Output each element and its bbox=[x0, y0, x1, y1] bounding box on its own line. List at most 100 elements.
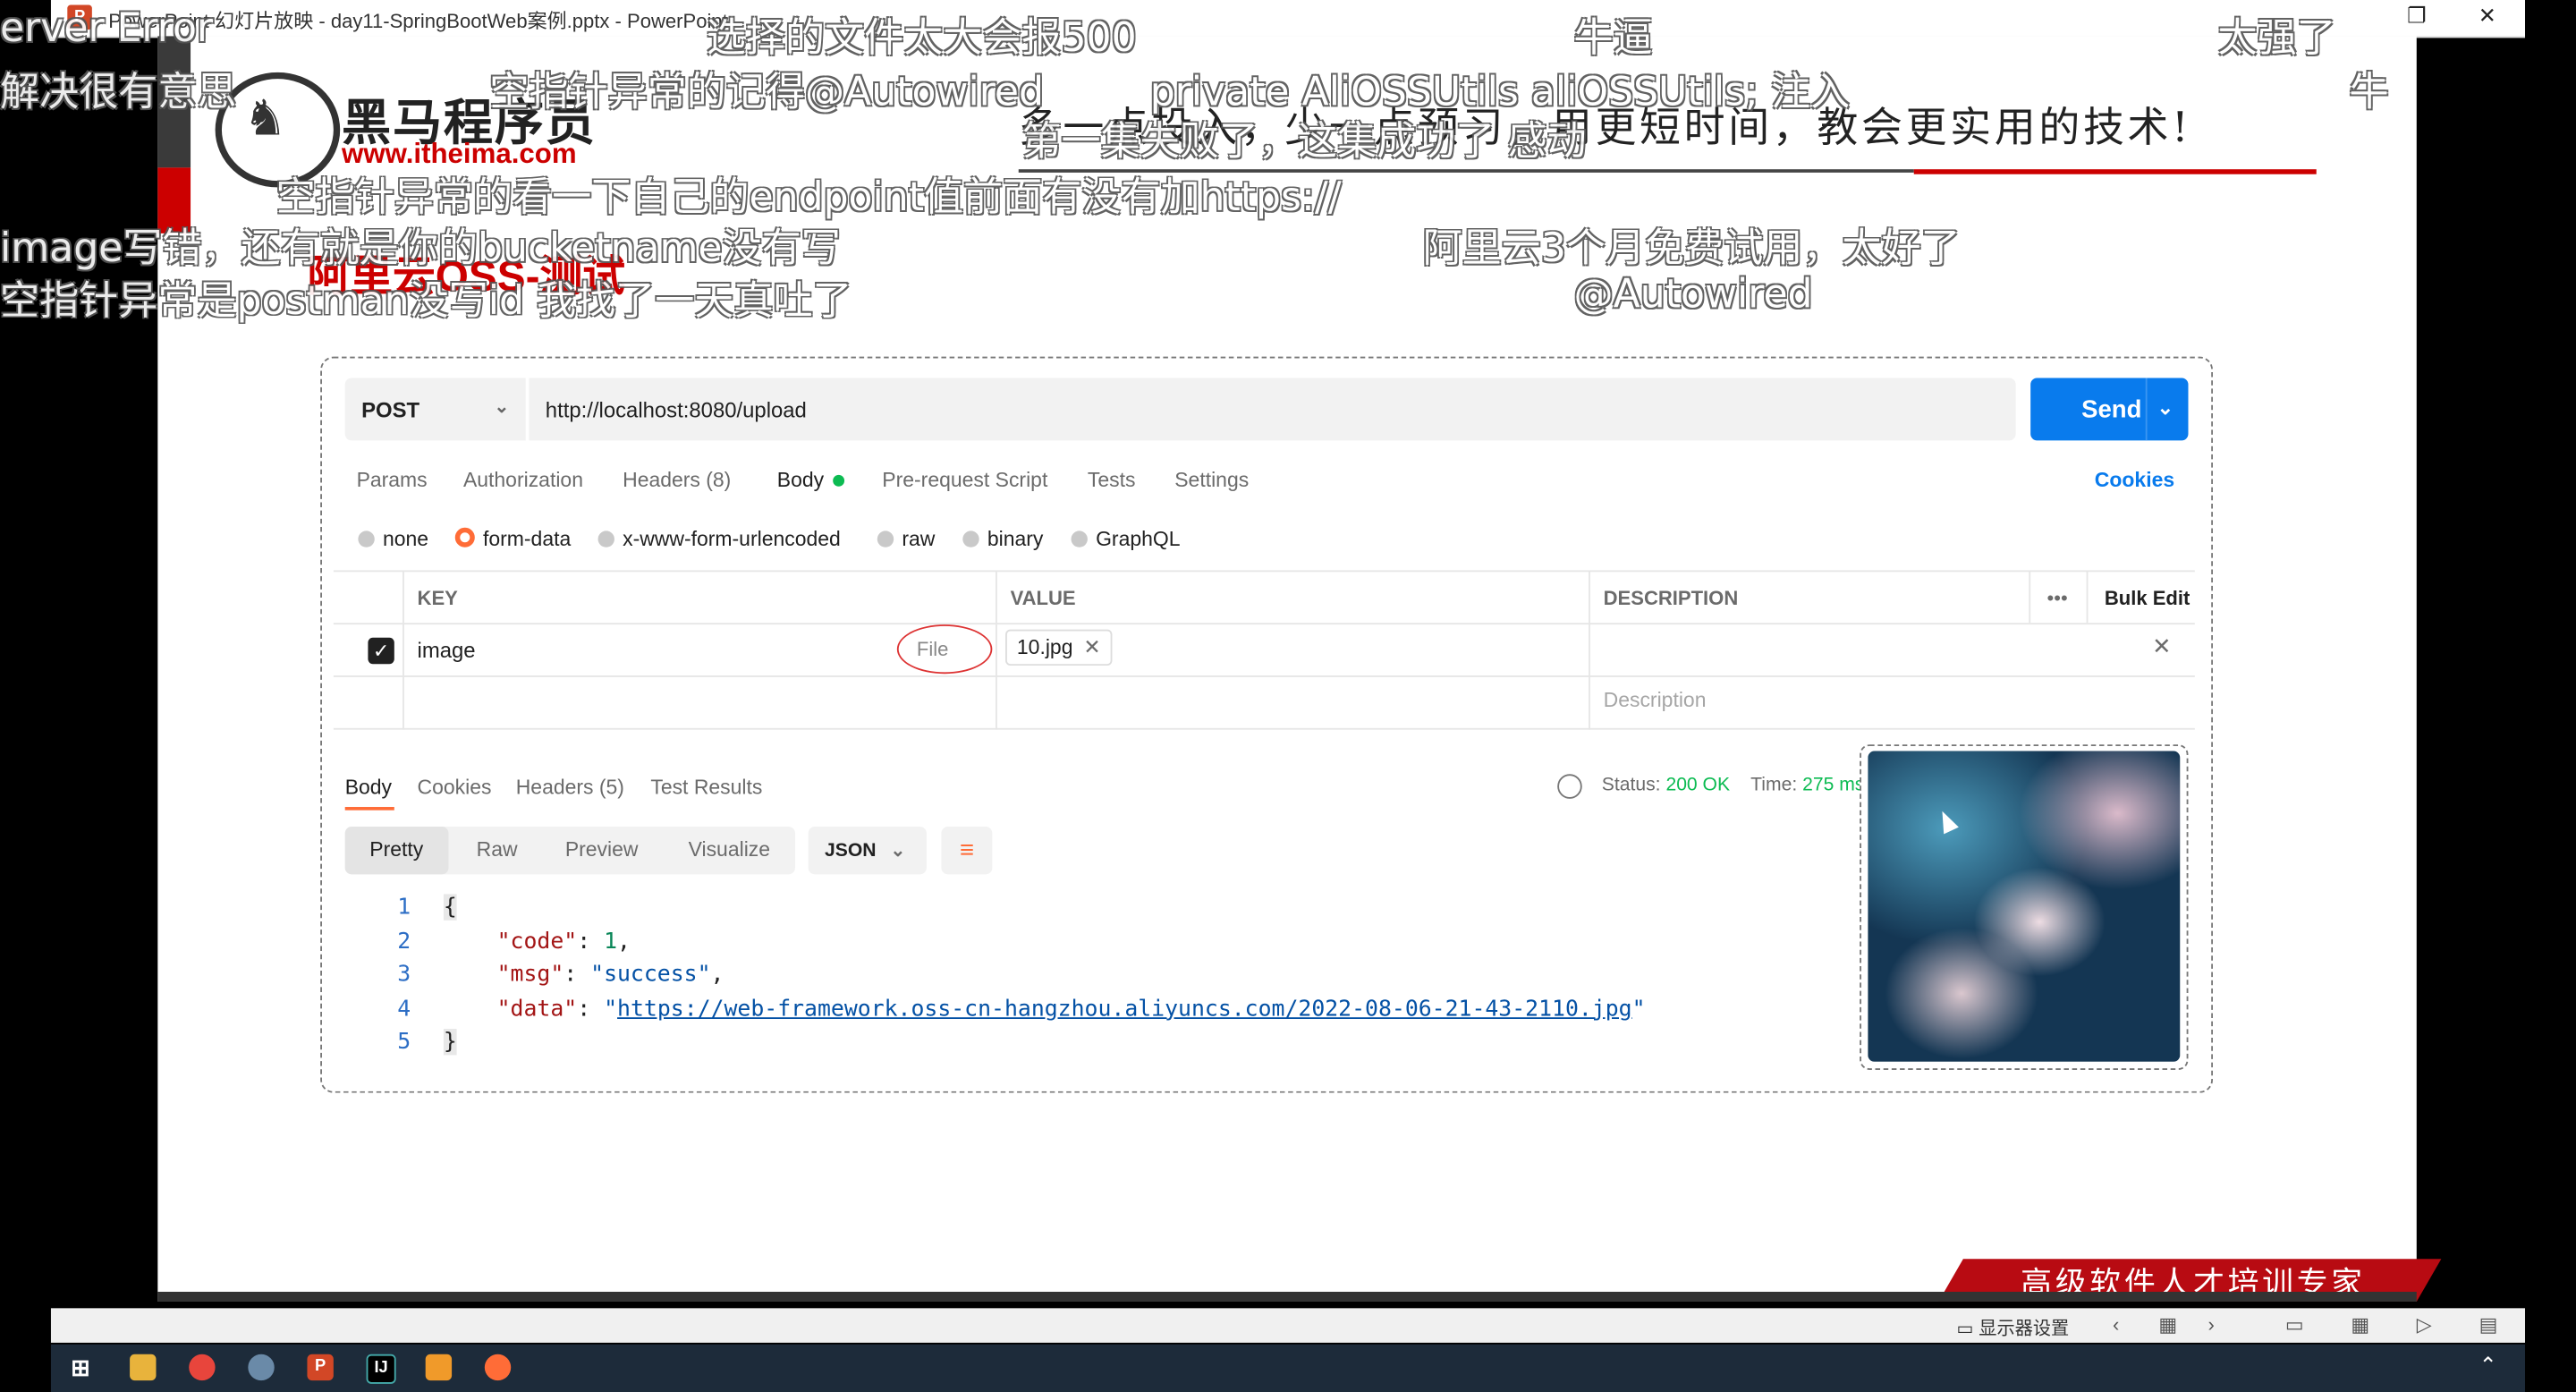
response-tab-body[interactable]: Body bbox=[345, 776, 392, 799]
json-brace: } bbox=[443, 1029, 457, 1057]
reading-view-icon[interactable]: ▷ bbox=[2417, 1313, 2432, 1337]
tab-authorization[interactable]: Authorization bbox=[463, 469, 583, 492]
url-input[interactable]: http://localhost:8080/upload bbox=[529, 378, 2016, 441]
delete-row-icon[interactable]: ✕ bbox=[2152, 632, 2172, 660]
more-options-icon[interactable]: ••• bbox=[2047, 587, 2068, 610]
bulk-edit-button[interactable]: Bulk Edit bbox=[2105, 587, 2190, 610]
app-icon[interactable] bbox=[248, 1354, 275, 1381]
row-checkbox[interactable]: ✓ bbox=[368, 637, 394, 665]
table-divider bbox=[333, 727, 2195, 730]
tab-tests[interactable]: Tests bbox=[1088, 469, 1136, 492]
column-header-key: KEY bbox=[417, 586, 458, 610]
params-table: KEY VALUE DESCRIPTION ••• Bulk Edit ✓ im… bbox=[333, 570, 2195, 730]
file-chip[interactable]: 10.jpg ✕ bbox=[1005, 629, 1113, 666]
param-key-input[interactable]: image bbox=[418, 638, 476, 663]
time-value: 275 ms bbox=[1802, 776, 1865, 796]
line-number: 4 bbox=[397, 995, 411, 1023]
wrap-lines-icon[interactable]: ≡ bbox=[941, 827, 993, 875]
tab-body-label: Body bbox=[776, 468, 825, 492]
chrome-icon[interactable] bbox=[189, 1354, 216, 1381]
file-name: 10.jpg bbox=[1016, 635, 1073, 659]
radio-icon bbox=[597, 530, 614, 547]
cookies-link[interactable]: Cookies bbox=[2095, 469, 2174, 492]
close-button[interactable]: ✕ bbox=[2462, 4, 2512, 33]
radio-none[interactable]: none bbox=[358, 527, 429, 551]
view-raw[interactable]: Raw bbox=[477, 838, 518, 862]
code-line: 2 "code": 1, bbox=[377, 925, 1645, 959]
radio-urlencoded[interactable]: x-www-form-urlencoded bbox=[597, 528, 841, 550]
slideshow-status-bar: ▭ 显示器设置 ‹ ▦ › ▭ ▦ ▷ ▤ bbox=[50, 1308, 2526, 1343]
table-divider bbox=[996, 570, 997, 730]
globe-icon[interactable] bbox=[1557, 774, 1582, 799]
response-tab-headers[interactable]: Headers (5) bbox=[516, 776, 624, 799]
danmaku-comment: erver Error bbox=[0, 4, 214, 51]
slideshow-icon[interactable]: ▤ bbox=[2479, 1313, 2498, 1337]
radio-label: GraphQL bbox=[1096, 527, 1181, 551]
format-select[interactable]: JSON ⌄ bbox=[808, 827, 927, 875]
table-divider bbox=[2029, 570, 2031, 624]
danmaku-comment: 牛逼 bbox=[1573, 14, 1653, 61]
radio-raw[interactable]: raw bbox=[877, 528, 935, 550]
radio-label: none bbox=[382, 527, 429, 551]
danmaku-comment: 阿里云3个月免费试用，太好了 bbox=[1422, 225, 1961, 272]
slide-sorter-icon[interactable]: ▦ bbox=[2351, 1313, 2369, 1337]
radio-graphql[interactable]: GraphQL bbox=[1071, 527, 1181, 551]
json-brace: { bbox=[443, 894, 457, 921]
table-divider bbox=[333, 570, 2195, 573]
normal-view-icon[interactable]: ▭ bbox=[2285, 1313, 2304, 1337]
view-visualize[interactable]: Visualize bbox=[689, 838, 770, 862]
radio-icon bbox=[877, 530, 894, 547]
table-divider bbox=[402, 570, 404, 730]
powerpoint-taskbar-icon[interactable]: P bbox=[307, 1354, 334, 1381]
monitor-icon: ▭ bbox=[1956, 1320, 1974, 1340]
json-key: "data" bbox=[496, 995, 578, 1023]
response-tab-test-results[interactable]: Test Results bbox=[650, 776, 762, 799]
file-explorer-icon[interactable] bbox=[130, 1354, 157, 1381]
image-url-link[interactable]: https://web-framework.oss-cn-hangzhou.al… bbox=[617, 996, 1632, 1022]
json-value: 1 bbox=[604, 928, 618, 955]
remove-file-icon[interactable]: ✕ bbox=[1083, 636, 1100, 659]
tab-settings[interactable]: Settings bbox=[1174, 469, 1249, 492]
previous-icon[interactable]: ‹ bbox=[2113, 1313, 2119, 1337]
intellij-icon[interactable]: IJ bbox=[366, 1354, 396, 1384]
postman-icon[interactable] bbox=[484, 1354, 512, 1381]
active-tab-indicator bbox=[344, 807, 394, 811]
uploaded-image-preview bbox=[1868, 751, 2181, 1062]
json-key: "code" bbox=[496, 928, 578, 955]
view-preview[interactable]: Preview bbox=[565, 838, 639, 862]
app-icon[interactable] bbox=[425, 1354, 453, 1381]
chevron-up-icon[interactable]: ⌃ bbox=[2479, 1353, 2497, 1379]
radio-binary[interactable]: binary bbox=[962, 528, 1043, 550]
danmaku-comment: 空指针异常的记得@Autowired bbox=[489, 69, 1044, 115]
tab-params[interactable]: Params bbox=[357, 469, 428, 492]
line-number: 3 bbox=[397, 962, 411, 989]
tab-body[interactable]: Body bbox=[776, 468, 844, 492]
windows-taskbar: ⊞ P IJ ⌃ bbox=[50, 1344, 2526, 1392]
send-button[interactable]: Send ⌄ bbox=[2030, 378, 2189, 441]
table-divider bbox=[333, 623, 2195, 625]
view-pretty[interactable]: Pretty bbox=[369, 838, 423, 862]
table-divider bbox=[1589, 570, 1590, 730]
danmaku-comment: 牛 bbox=[2349, 69, 2389, 115]
response-tab-cookies[interactable]: Cookies bbox=[418, 776, 492, 799]
method-label: POST bbox=[361, 397, 420, 423]
tab-pre-request-script[interactable]: Pre-request Script bbox=[882, 469, 1047, 492]
line-number: 5 bbox=[397, 1029, 411, 1057]
next-icon[interactable]: › bbox=[2208, 1313, 2215, 1337]
status-label: Status: bbox=[1601, 776, 1661, 796]
slide-grid-icon[interactable]: ▦ bbox=[2158, 1313, 2177, 1337]
tab-headers[interactable]: Headers (8) bbox=[623, 469, 731, 492]
display-settings-button[interactable]: ▭ 显示器设置 bbox=[1957, 1315, 2070, 1341]
chevron-down-icon[interactable]: ⌄ bbox=[2157, 396, 2174, 420]
key-type-select[interactable]: File bbox=[896, 624, 993, 675]
slide-bottom-bar bbox=[157, 1291, 2417, 1302]
send-label: Send bbox=[2081, 395, 2142, 424]
url-text: http://localhost:8080/upload bbox=[545, 397, 807, 423]
line-number: 2 bbox=[397, 928, 411, 955]
radio-form-data[interactable]: form-data bbox=[454, 527, 571, 550]
restore-button[interactable]: ❐ bbox=[2392, 4, 2441, 33]
danmaku-comment: 空指针异常是postman没写id 我找了一天真吐了 bbox=[0, 277, 852, 324]
windows-start-icon[interactable]: ⊞ bbox=[67, 1354, 93, 1380]
method-select[interactable]: POST ⌄ bbox=[344, 378, 526, 441]
description-input[interactable]: Description bbox=[1604, 689, 1707, 712]
